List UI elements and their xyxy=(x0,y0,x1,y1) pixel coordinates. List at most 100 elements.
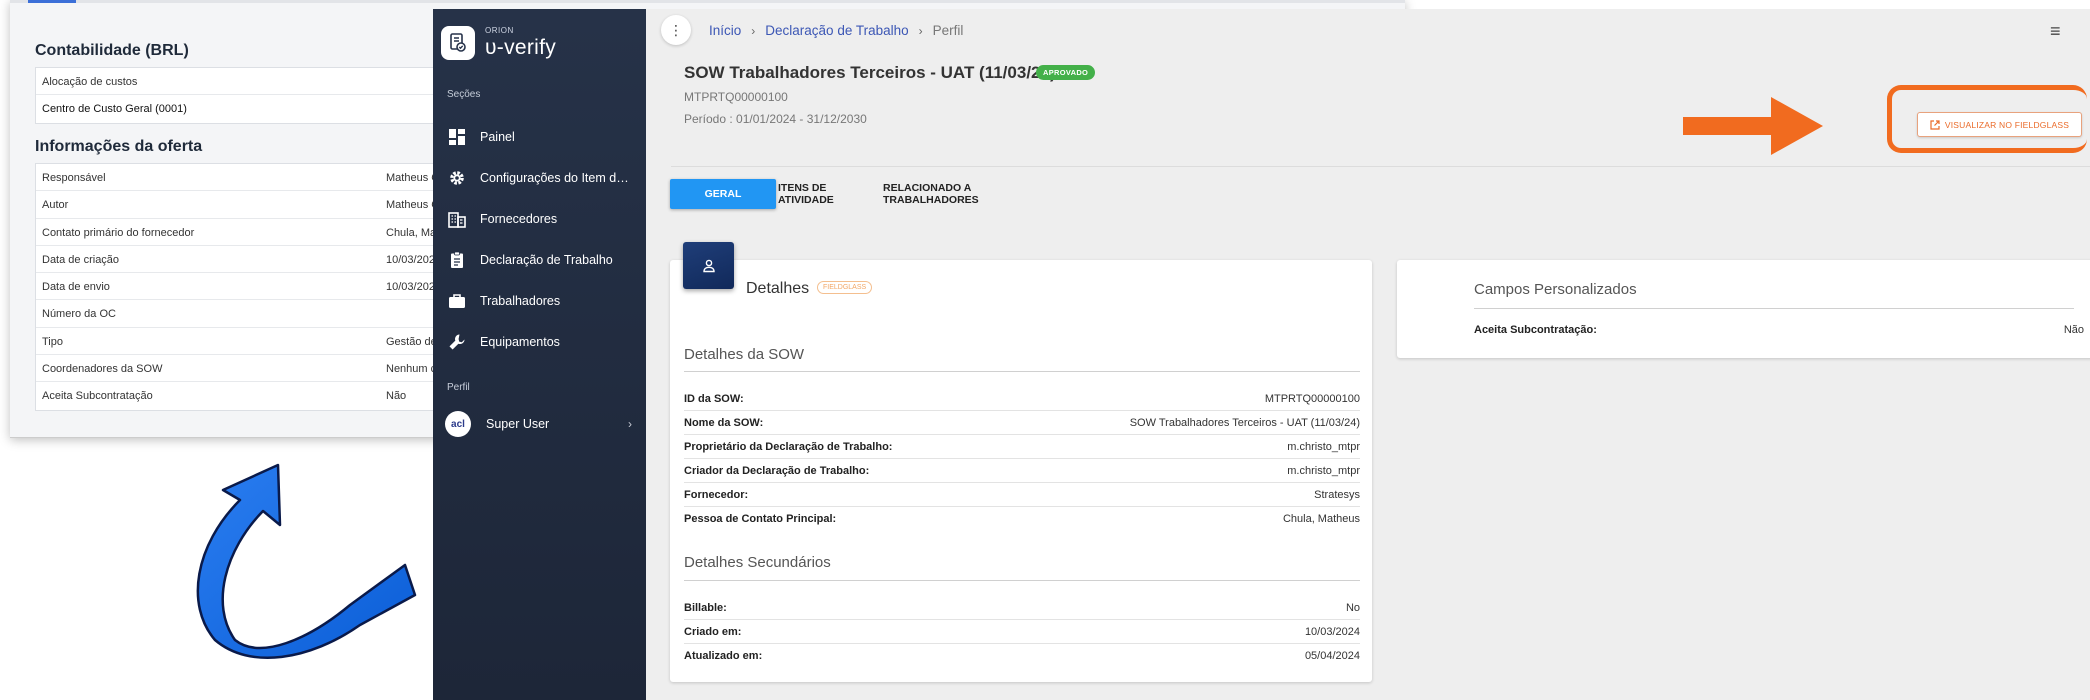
fieldglass-tag: FIELDGLASS xyxy=(817,281,873,294)
breadcrumb-declaracao[interactable]: Declaração de Trabalho xyxy=(765,23,908,38)
detail-label: ID da SOW: xyxy=(684,393,744,405)
sidebar-item-equipamentos[interactable]: Equipamentos xyxy=(433,322,646,362)
dashboard-icon xyxy=(447,127,467,147)
sidebar-item-trabalhadores[interactable]: Trabalhadores xyxy=(433,281,646,321)
external-link-icon xyxy=(1930,119,1940,130)
detail-value: 05/04/2024 xyxy=(1304,650,1360,662)
bg-row-label: Alocação de custos xyxy=(42,76,138,88)
bg-row: Coordenadores da SOW Nenhum coo xyxy=(36,355,454,383)
sidebar-item-label: Declaração de Trabalho xyxy=(480,253,613,267)
sidebar: ORION υ-verify Seções Painel Configuraçõ… xyxy=(433,9,646,700)
sidebar-item-painel[interactable]: Painel xyxy=(433,117,646,157)
bg-row-label: Centro de Custo Geral (0001) xyxy=(42,103,187,116)
detail-label: Billable: xyxy=(684,602,727,614)
gear-icon xyxy=(447,168,467,188)
bg-row: Tipo Gestão de T xyxy=(36,328,454,356)
page-title: SOW Trabalhadores Terceiros - UAT (11/03… xyxy=(684,63,1056,82)
bg-row-value: Não xyxy=(386,390,407,403)
secondary-details-heading: Detalhes Secundários xyxy=(684,554,831,571)
contabilidade-box: Alocação de custos Centro de Custo Geral… xyxy=(35,67,455,124)
sidebar-item-label: Fornecedores xyxy=(480,212,558,226)
bg-row: Número da OC xyxy=(36,300,454,328)
detail-label: Atualizado em: xyxy=(684,650,763,662)
blue-curved-arrow-icon xyxy=(196,463,417,659)
detail-label: Proprietário da Declaração de Trabalho: xyxy=(684,441,893,453)
bg-row: Responsável Matheus Ch xyxy=(36,164,454,192)
hamburger-menu-icon[interactable]: ≡ xyxy=(2050,21,2061,42)
breadcrumb-perfil: Perfil xyxy=(932,23,964,38)
section-divider xyxy=(684,371,1360,372)
detail-value: m.christo_mtpr xyxy=(1287,441,1360,453)
more-options-icon[interactable]: ⋮ xyxy=(661,15,691,45)
sections-label: Seções xyxy=(447,89,481,100)
status-badge: APROVADO xyxy=(1036,65,1096,80)
brand-name: υ-verify xyxy=(485,36,557,59)
header-divider xyxy=(671,166,2090,167)
detail-row: Criado em: 10/03/2024 xyxy=(684,620,1360,644)
view-in-fieldglass-button[interactable]: VISUALIZAR NO FIELDGLASS xyxy=(1917,112,2082,137)
background-top-strip xyxy=(10,0,1405,3)
app-logo-icon[interactable] xyxy=(441,26,475,60)
tab-geral[interactable]: GERAL xyxy=(670,179,776,209)
sidebar-item-label: Trabalhadores xyxy=(480,294,561,308)
chevron-right-icon: › xyxy=(628,417,632,431)
bg-row: Alocação de custos xyxy=(36,68,454,96)
detail-row: Criador da Declaração de Trabalho: m.chri… xyxy=(684,459,1360,483)
sidebar-user[interactable]: acl Super User › xyxy=(433,404,646,444)
breadcrumb-separator-icon: › xyxy=(918,23,923,38)
brand-small: ORION xyxy=(485,26,514,35)
detail-label: Pessoa de Contato Principal: xyxy=(684,513,837,525)
background-tab-indicator xyxy=(28,0,76,3)
tab-relacionado-a-trabalhadores[interactable]: RELACIONADO A TRABALHADORES xyxy=(883,179,1055,209)
detail-value: m.christo_mtpr xyxy=(1287,465,1360,477)
detail-value: Chula, Matheus xyxy=(1282,513,1360,525)
detail-value: No xyxy=(1345,602,1360,614)
custom-fields-card xyxy=(1397,260,2090,358)
sow-period: Período : 01/01/2024 - 31/12/2030 xyxy=(684,112,867,126)
bg-row-label: Contato primário do fornecedor xyxy=(42,226,195,239)
oferta-heading: Informações da oferta xyxy=(35,138,203,155)
bg-row: Data de envio 10/03/2024 xyxy=(36,273,454,301)
detail-row: Fornecedor: Stratesys xyxy=(684,483,1360,507)
sidebar-item-label: Configurações do Item de ... xyxy=(480,171,630,185)
building-icon xyxy=(447,209,467,229)
sow-code: MTPRTQ00000100 xyxy=(684,90,788,104)
breadcrumb-inicio[interactable]: Início xyxy=(709,23,741,38)
custom-field-value: Não xyxy=(2063,324,2084,336)
bg-row: Centro de Custo Geral (0001) xyxy=(36,95,454,122)
sow-details-heading: Detalhes da SOW xyxy=(684,346,805,363)
detail-value: 10/03/2024 xyxy=(1304,626,1360,638)
bg-row-label: Data de envio xyxy=(42,281,110,294)
briefcase-icon xyxy=(447,291,467,311)
bg-row-label: Número da OC xyxy=(42,308,116,321)
bg-row: Contato primário do fornecedor Chula, Mat… xyxy=(36,219,454,246)
detail-label: Criado em: xyxy=(684,626,742,638)
detail-row: Atualizado em: 05/04/2024 xyxy=(684,644,1360,668)
bg-row-label: Coordenadores da SOW xyxy=(42,363,163,376)
section-divider xyxy=(1474,308,2074,309)
bg-row-label: Autor xyxy=(42,199,69,212)
bg-row: Data de criação 10/03/2024 xyxy=(36,246,454,274)
wrench-icon xyxy=(447,332,467,352)
bg-row-label: Responsável xyxy=(42,172,106,184)
bg-row: Aceita Subcontratação Não xyxy=(36,382,454,409)
detail-row: Proprietário da Declaração de Trabalho: m… xyxy=(684,435,1360,459)
detail-row: Billable: No xyxy=(684,596,1360,620)
detail-value: Stratesys xyxy=(1314,489,1360,501)
detail-row: ID da SOW: MTPRTQ00000100 xyxy=(684,387,1360,411)
custom-fields-title: Campos Personalizados xyxy=(1474,281,1637,298)
clipboard-icon xyxy=(447,250,467,270)
sidebar-item-declaracao[interactable]: Declaração de Trabalho xyxy=(433,240,646,280)
breadcrumb-separator-icon: › xyxy=(751,23,756,38)
user-name: Super User xyxy=(486,417,550,431)
detail-value: MTPRTQ00000100 xyxy=(1264,393,1360,405)
tab-itens-de-atividade[interactable]: ITENS DE ATIVIDADE xyxy=(778,179,878,209)
sidebar-item-configuracoes[interactable]: Configurações do Item de ... xyxy=(433,158,646,198)
sidebar-item-label: Painel xyxy=(480,130,515,144)
detail-row: Nome da SOW: SOW Trabalhadores Terceiros … xyxy=(684,411,1360,435)
breadcrumb: Início › Declaração de Trabalho › Perfil xyxy=(709,23,963,38)
contabilidade-heading: Contabilidade (BRL) xyxy=(35,42,189,59)
sidebar-item-fornecedores[interactable]: Fornecedores xyxy=(433,199,646,239)
details-title: Detalhes xyxy=(746,280,810,297)
avatar: acl xyxy=(445,411,471,437)
